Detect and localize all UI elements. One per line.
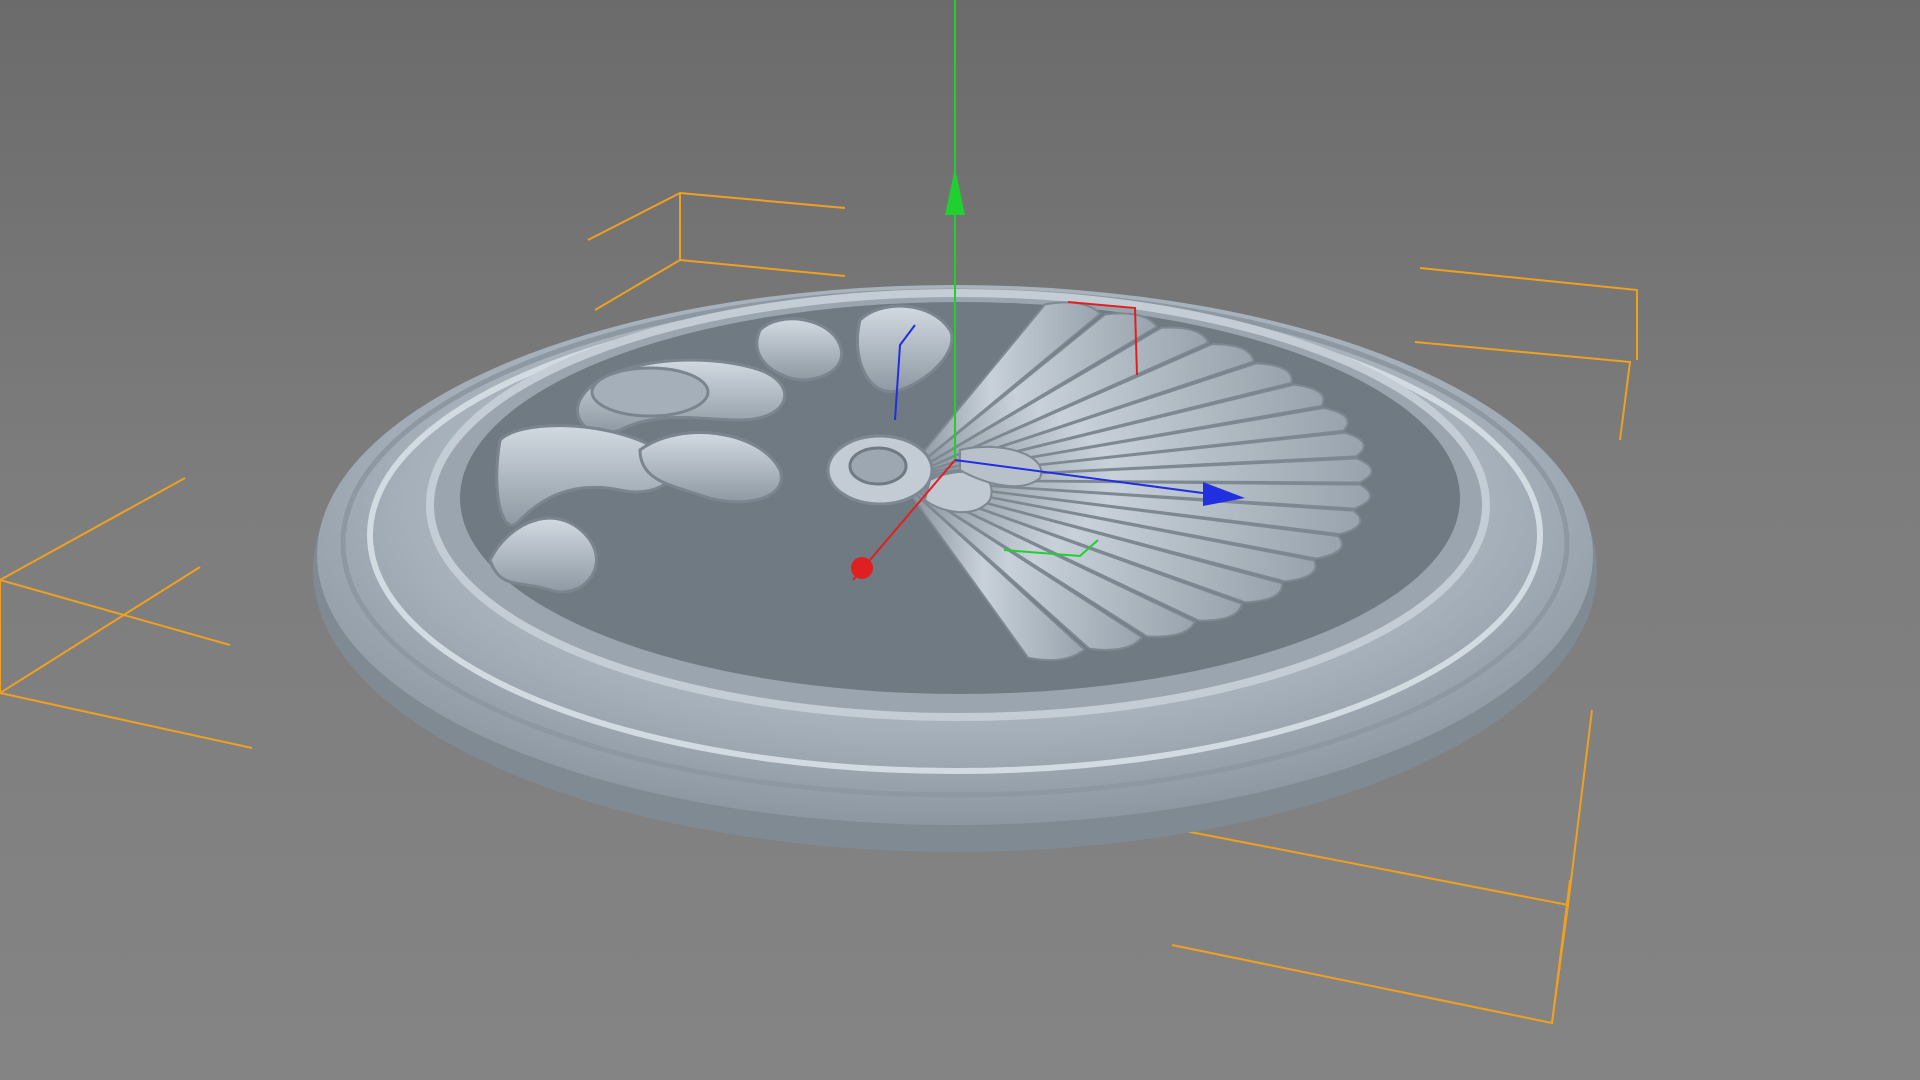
- viewport-scene[interactable]: [0, 0, 1920, 1080]
- bbox-corner: [587, 191, 846, 241]
- boss-ring: [848, 446, 908, 486]
- x-axis-arrow-icon[interactable]: [851, 557, 873, 579]
- bbox-corner: [1171, 879, 1571, 1025]
- bbox-corner: [1551, 904, 1569, 1024]
- 3d-viewport[interactable]: [0, 0, 1920, 1080]
- leaf-scroll: [590, 366, 710, 418]
- bbox-corner: [0, 566, 253, 749]
- y-axis-arrow-icon[interactable]: [945, 168, 965, 215]
